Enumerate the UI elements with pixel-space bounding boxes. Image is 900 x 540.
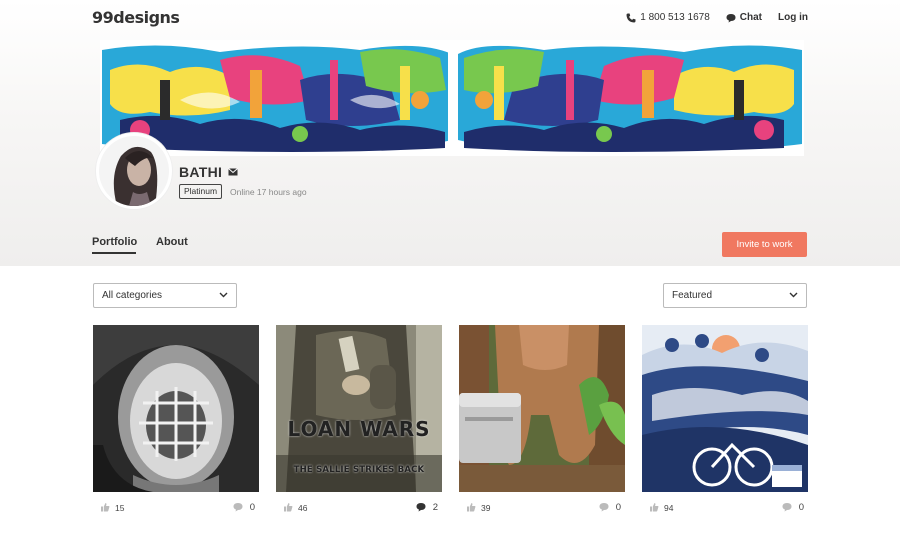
online-status: Online 17 hours ago [230, 187, 307, 197]
invite-to-work-button[interactable]: Invite to work [722, 232, 807, 257]
sort-select-value: Featured [672, 290, 713, 301]
phone-number: 1 800 513 1678 [640, 12, 710, 23]
header-nav: 1 800 513 1678 Chat Log in [626, 12, 808, 23]
chat-label: Chat [739, 12, 762, 23]
envelope-icon[interactable] [228, 168, 238, 176]
like-count: 46 [298, 503, 308, 513]
like-count: 39 [481, 503, 491, 513]
logo[interactable]: 99designs [92, 8, 180, 27]
comment-icon[interactable] [416, 502, 426, 512]
top-navigation: 99designs 1 800 513 1678 Chat Log in [0, 0, 900, 40]
comment-count: 0 [798, 502, 804, 513]
card-meta: 39 0 [459, 500, 625, 514]
portfolio-card-loan-wars[interactable]: LOAN WARS THE SALLIE STRIKES BACK [276, 325, 442, 492]
like-count: 15 [115, 503, 125, 513]
category-select-value: All categories [102, 290, 163, 301]
banner-artwork-right [458, 45, 802, 152]
thumbs-up-icon[interactable] [283, 502, 293, 512]
level-badge: Platinum [179, 184, 223, 199]
artwork-title: LOAN WARS [287, 417, 431, 441]
active-tab-indicator [92, 252, 136, 254]
like-count: 94 [664, 503, 674, 513]
profile-banner-image [100, 40, 804, 156]
card-meta: 94 0 [642, 500, 808, 514]
login-link[interactable]: Log in [778, 12, 808, 23]
comment-count: 0 [249, 502, 255, 513]
chevron-down-icon [219, 292, 228, 298]
sort-select[interactable]: Featured [663, 283, 807, 308]
comment-icon[interactable] [599, 502, 609, 512]
comment-count: 2 [432, 502, 438, 513]
tab-about[interactable]: About [156, 236, 188, 248]
category-select[interactable]: All categories [93, 283, 237, 308]
avatar[interactable] [96, 133, 172, 209]
thumbs-up-icon[interactable] [649, 502, 659, 512]
artwork-subtitle: THE SALLIE STRIKES BACK [293, 465, 425, 475]
designer-name: BATHI [179, 164, 223, 180]
phone-link[interactable]: 1 800 513 1678 [626, 12, 710, 23]
comment-icon[interactable] [782, 502, 792, 512]
chat-bubble-icon [726, 13, 736, 22]
card-meta: 15 0 [93, 500, 259, 514]
thumbs-up-icon[interactable] [466, 502, 476, 512]
tab-portfolio[interactable]: Portfolio [92, 236, 137, 248]
chat-link[interactable]: Chat [726, 12, 762, 23]
comment-count: 0 [615, 502, 621, 513]
phone-icon [626, 13, 636, 22]
comment-icon[interactable] [233, 502, 243, 512]
chevron-down-icon [789, 292, 798, 298]
portfolio-card-hockey-mask[interactable] [93, 325, 259, 492]
banner-artwork-left [102, 45, 452, 152]
portfolio-card-outdoor-adventure[interactable] [642, 325, 808, 492]
thumbs-up-icon[interactable] [100, 502, 110, 512]
portfolio-card-bear-cooler[interactable] [459, 325, 625, 492]
card-meta: 46 2 [276, 500, 442, 514]
